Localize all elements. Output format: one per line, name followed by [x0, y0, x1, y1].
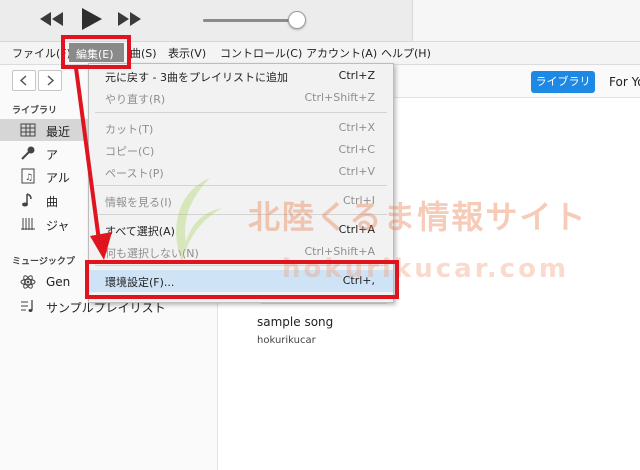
- menu-item-label: ペースト(P): [105, 167, 164, 180]
- for-you-tab[interactable]: For Yo: [609, 75, 640, 89]
- sidebar-item-label: アル: [46, 171, 70, 185]
- menu-item-cut[interactable]: カット(T) Ctrl+X: [89, 117, 393, 139]
- menu-view[interactable]: 表示(V): [168, 45, 206, 61]
- menu-item-shortcut: Ctrl+Shift+Z: [304, 91, 375, 104]
- highlight-box-preferences: [85, 260, 399, 299]
- playlist-icon: [21, 300, 33, 312]
- menu-item-shortcut: Ctrl+Z: [338, 69, 375, 82]
- watermark-text: 北陸くるま情報サイト: [248, 198, 588, 236]
- microphone-icon: [21, 146, 35, 160]
- sidebar-item-label: Gen: [46, 275, 71, 289]
- menu-item-undo[interactable]: 元に戻す - 3曲をプレイリストに追加 Ctrl+Z: [89, 65, 393, 87]
- highlight-box-edit-menu: [61, 35, 131, 69]
- grid-icon: [20, 123, 36, 137]
- menu-item-paste[interactable]: ペースト(P) Ctrl+V: [89, 161, 393, 183]
- album-icon: ♫: [21, 168, 35, 184]
- sidebar-item-label: ア: [46, 148, 59, 162]
- menu-song[interactable]: 曲(S): [130, 45, 157, 61]
- menu-item-redo[interactable]: やり直す(R) Ctrl+Shift+Z: [89, 87, 393, 109]
- volume-slider-knob[interactable]: [288, 11, 306, 29]
- guitar-icon: [21, 218, 35, 230]
- chevron-right-icon: [47, 75, 55, 86]
- menu-item-label: やり直す(R): [105, 93, 166, 106]
- menu-item-shortcut: Ctrl+C: [338, 143, 375, 156]
- forward-button[interactable]: [38, 70, 62, 91]
- svg-text:♫: ♫: [25, 173, 33, 183]
- menu-help[interactable]: ヘルプ(H): [381, 45, 431, 61]
- next-track-icon[interactable]: [118, 12, 142, 26]
- menu-account[interactable]: アカウント(A): [306, 45, 377, 61]
- music-note-icon: [22, 193, 32, 207]
- lcd-display-area: [412, 0, 640, 41]
- menu-item-label: カット(T): [105, 123, 154, 136]
- menu-separator: [95, 112, 387, 113]
- menu-item-shortcut: Ctrl+V: [338, 165, 375, 178]
- atom-icon: [20, 275, 36, 289]
- menu-controls[interactable]: コントロール(C): [220, 45, 302, 61]
- song-title[interactable]: sample song: [257, 315, 333, 329]
- sidebar-item-label: 最近: [46, 125, 71, 139]
- previous-track-icon[interactable]: [40, 12, 64, 26]
- menu-item-label: 元に戻す - 3曲をプレイリストに追加: [105, 71, 288, 84]
- library-section-header: ライブラリ: [12, 106, 58, 116]
- sidebar-item-label: 曲: [46, 195, 59, 209]
- menu-item-label: コピー(C): [105, 145, 155, 158]
- song-artist[interactable]: hokurikucar: [257, 335, 316, 346]
- chevron-left-icon: [19, 75, 27, 86]
- menu-item-copy[interactable]: コピー(C) Ctrl+C: [89, 139, 393, 161]
- volume-slider[interactable]: [203, 19, 297, 22]
- menu-separator: [95, 185, 387, 186]
- menu-item-shortcut: Ctrl+X: [338, 121, 375, 134]
- play-icon[interactable]: [82, 8, 102, 30]
- back-button[interactable]: [12, 70, 36, 91]
- playlists-section-header: ミュージックプ: [12, 257, 75, 267]
- library-tab-button[interactable]: ライブラリ: [531, 71, 595, 93]
- sidebar-item-label: ジャ: [46, 219, 70, 233]
